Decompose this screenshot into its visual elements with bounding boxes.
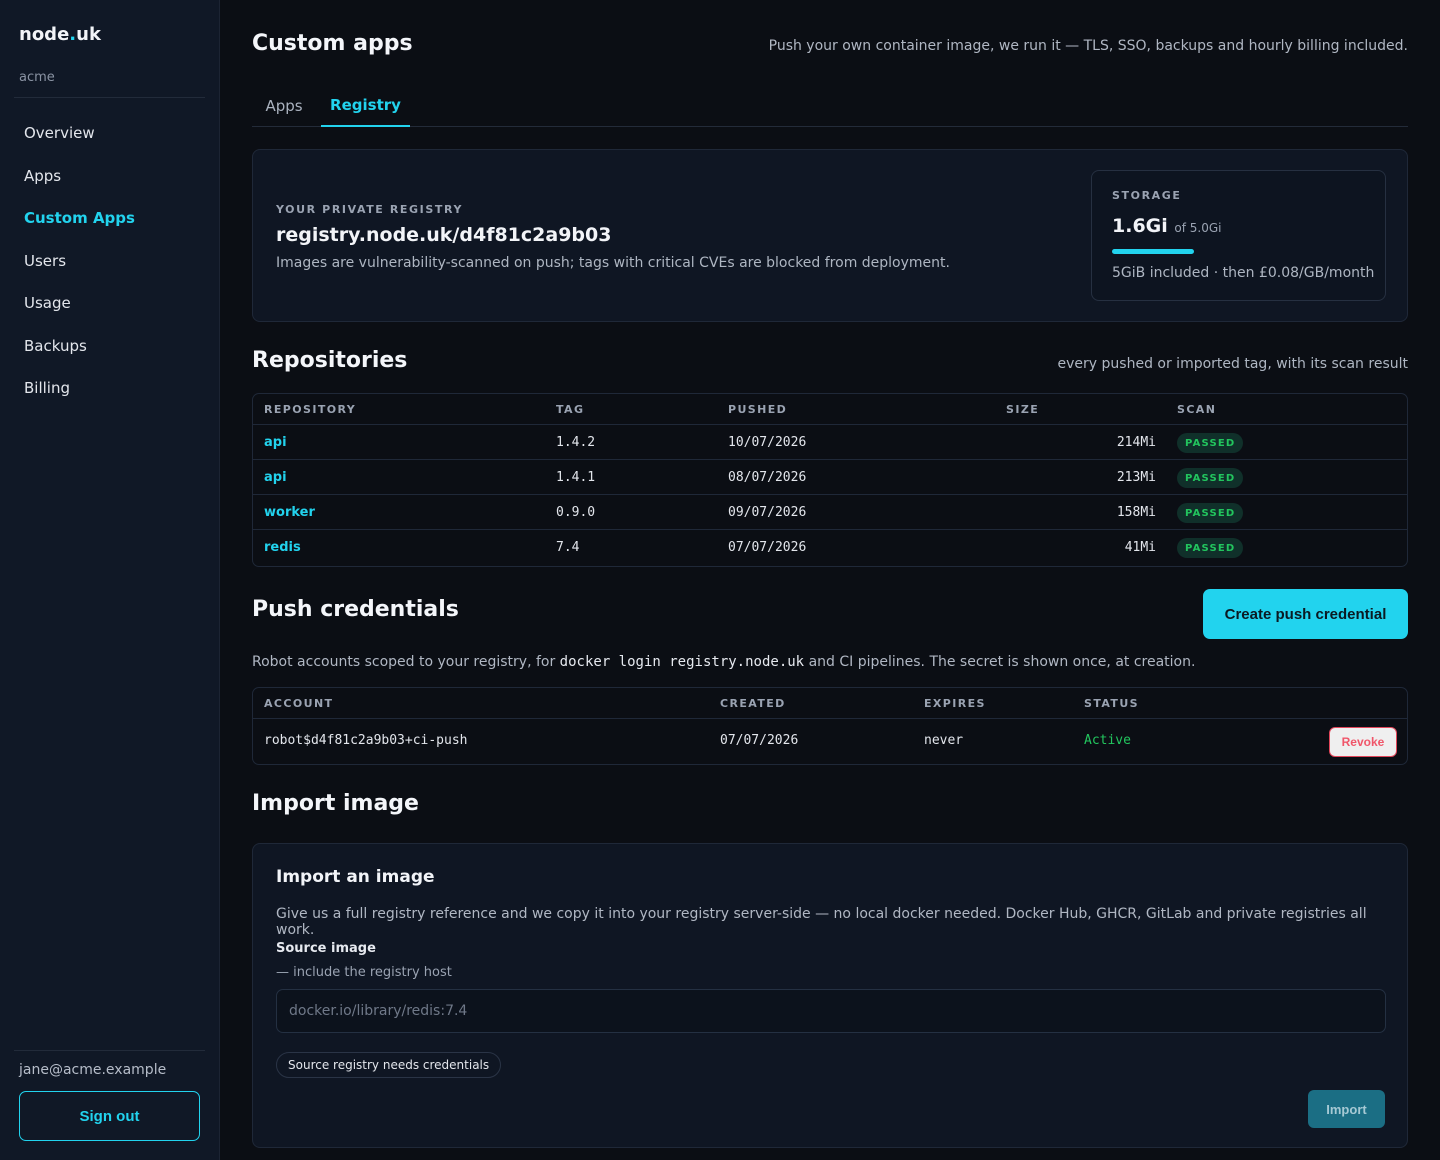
- scan-status-badge: PASSED: [1177, 503, 1244, 523]
- create-push-credential-button[interactable]: Create push credential: [1203, 589, 1408, 639]
- table-row: redis 7.4 07/07/2026 41Mi PASSED: [253, 530, 1407, 565]
- scan-status-badge: PASSED: [1177, 468, 1244, 488]
- registry-host[interactable]: registry.node.uk/d4f81c2a9b03: [276, 224, 611, 246]
- storage-value: 1.6Gi of 5.0Gi: [1112, 215, 1222, 237]
- import-card-title: Import an image: [276, 867, 435, 887]
- repo-name[interactable]: api: [264, 435, 287, 450]
- repo-size: 41Mi: [1124, 540, 1156, 555]
- repositories-subtitle: every pushed or imported tag, with its s…: [1057, 356, 1408, 372]
- credentials-title: Push credentials: [252, 597, 459, 622]
- credentials-desc-after: and CI pipelines. The secret is shown on…: [808, 654, 1196, 670]
- col-size: SIZE: [1006, 403, 1040, 416]
- sign-out-button[interactable]: Sign out: [19, 1091, 200, 1141]
- sidebar-item-usage[interactable]: Usage: [10, 282, 210, 325]
- import-section-title: Import image: [252, 791, 419, 816]
- credentials-desc-before: Robot accounts scoped to your registry, …: [252, 654, 556, 670]
- revoke-button[interactable]: Revoke: [1329, 727, 1397, 757]
- sidebar-item-overview[interactable]: Overview: [10, 112, 210, 155]
- repo-name[interactable]: redis: [264, 540, 301, 555]
- import-description: Give us a full registry reference and we…: [276, 906, 1367, 938]
- source-image-hint: — include the registry host: [276, 965, 452, 980]
- docker-login-command: docker login registry.node.uk: [559, 654, 805, 670]
- credentials-description: Robot accounts scoped to your registry, …: [252, 654, 1195, 670]
- repo-tag: 1.4.2: [556, 435, 596, 450]
- brand-tld: uk: [76, 24, 101, 45]
- table-row: api 1.4.1 08/07/2026 213Mi PASSED: [253, 460, 1407, 495]
- registry-eyebrow: YOUR PRIVATE REGISTRY: [276, 203, 464, 216]
- repo-tag: 1.4.1: [556, 470, 596, 485]
- repo-size: 214Mi: [1116, 435, 1156, 450]
- tab-apps[interactable]: Apps: [252, 84, 316, 127]
- repo-name[interactable]: api: [264, 470, 287, 485]
- credentials-table-header: ACCOUNT CREATED EXPIRES STATUS: [253, 688, 1407, 719]
- col-account: ACCOUNT: [264, 697, 334, 710]
- table-row: worker 0.9.0 09/07/2026 158Mi PASSED: [253, 495, 1407, 530]
- import-button[interactable]: Import: [1308, 1090, 1385, 1128]
- storage-total: of 5.0Gi: [1174, 221, 1222, 235]
- storage-progress-bar: [1112, 249, 1367, 254]
- source-credentials-toggle[interactable]: Source registry needs credentials: [276, 1052, 502, 1078]
- col-created: CREATED: [720, 697, 786, 710]
- col-pushed: PUSHED: [728, 403, 788, 416]
- credential-account: robot$d4f81c2a9b03+ci-push: [264, 733, 468, 748]
- repo-tag: 0.9.0: [556, 505, 596, 520]
- brand-logo[interactable]: node.uk: [19, 24, 101, 45]
- brand-name: node: [19, 24, 70, 45]
- credential-status: Active: [1084, 733, 1131, 748]
- storage-panel: STORAGE 1.6Gi of 5.0Gi 5GiB included · t…: [1091, 170, 1386, 301]
- table-row: api 1.4.2 10/07/2026 214Mi PASSED: [253, 425, 1407, 460]
- col-repository: REPOSITORY: [264, 403, 357, 416]
- registry-note: Images are vulnerability-scanned on push…: [276, 255, 950, 271]
- user-email: jane@acme.example: [19, 1062, 167, 1078]
- org-name: acme: [19, 70, 55, 85]
- col-status: STATUS: [1084, 697, 1139, 710]
- repo-size: 158Mi: [1116, 505, 1156, 520]
- sidebar-item-custom-apps[interactable]: Custom Apps: [10, 197, 210, 240]
- import-card: Import an image Give us a full registry …: [252, 843, 1408, 1148]
- sidebar-nav: Overview Apps Custom Apps Users Usage Ba…: [10, 112, 210, 410]
- sidebar: node.uk acme Overview Apps Custom Apps U…: [0, 0, 220, 1160]
- repositories-title: Repositories: [252, 348, 408, 373]
- sidebar-item-apps[interactable]: Apps: [10, 155, 210, 198]
- registry-card: YOUR PRIVATE REGISTRY registry.node.uk/d…: [252, 149, 1408, 322]
- storage-progress-fill: [1112, 249, 1194, 254]
- repositories-table-header: REPOSITORY TAG PUSHED SIZE SCAN: [253, 394, 1407, 425]
- tab-bar: Apps Registry: [252, 84, 1408, 127]
- sidebar-item-backups[interactable]: Backups: [10, 325, 210, 368]
- credentials-table: ACCOUNT CREATED EXPIRES STATUS robot$d4f…: [252, 687, 1408, 765]
- source-image-label: Source image: [276, 941, 376, 956]
- scan-status-badge: PASSED: [1177, 433, 1244, 453]
- repo-pushed: 08/07/2026: [728, 470, 807, 485]
- tab-registry[interactable]: Registry: [321, 84, 410, 127]
- storage-used: 1.6Gi: [1112, 215, 1168, 237]
- sidebar-footer-divider: [14, 1050, 205, 1051]
- storage-note: 5GiB included · then £0.08/GB/month: [1112, 265, 1375, 281]
- scan-status-badge: PASSED: [1177, 538, 1244, 558]
- sidebar-item-users[interactable]: Users: [10, 240, 210, 283]
- source-image-input[interactable]: [276, 989, 1386, 1033]
- credential-created: 07/07/2026: [720, 733, 799, 748]
- repo-pushed: 10/07/2026: [728, 435, 807, 450]
- repo-pushed: 07/07/2026: [728, 540, 807, 555]
- repo-tag: 7.4: [556, 540, 580, 555]
- credential-expires: never: [924, 733, 964, 748]
- sidebar-item-billing[interactable]: Billing: [10, 367, 210, 410]
- col-expires: EXPIRES: [924, 697, 986, 710]
- repo-size: 213Mi: [1116, 470, 1156, 485]
- repo-pushed: 09/07/2026: [728, 505, 807, 520]
- page-subtitle: Push your own container image, we run it…: [768, 38, 1408, 54]
- repositories-table: REPOSITORY TAG PUSHED SIZE SCAN api 1.4.…: [252, 393, 1408, 567]
- col-tag: TAG: [556, 403, 585, 416]
- sidebar-divider: [14, 97, 205, 98]
- repo-name[interactable]: worker: [264, 505, 315, 520]
- table-row: robot$d4f81c2a9b03+ci-push 07/07/2026 ne…: [253, 719, 1407, 764]
- page-title: Custom apps: [252, 31, 413, 56]
- col-scan: SCAN: [1177, 403, 1217, 416]
- storage-eyebrow: STORAGE: [1112, 189, 1182, 202]
